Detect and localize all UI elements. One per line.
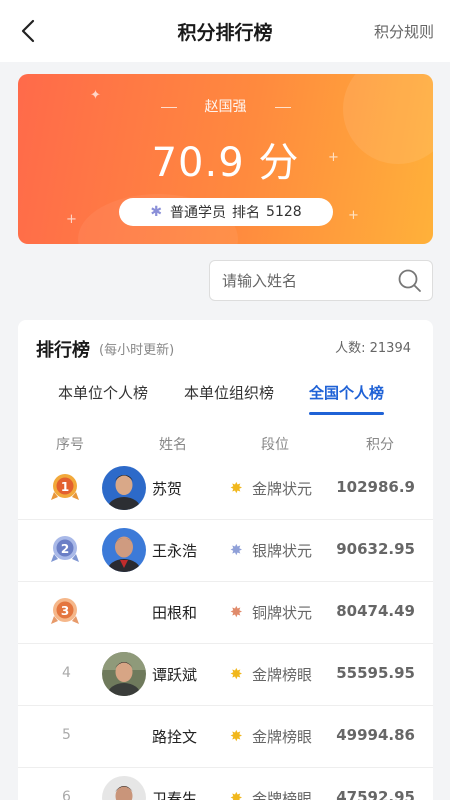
user-points: 80474.49 [336,602,415,620]
user-level: 银牌状元 [252,542,313,560]
snowflake-icon: ✱ [150,204,163,220]
level-star-icon: ✸ [230,541,243,559]
user-points: 90632.95 [336,540,415,558]
active-tab-indicator [309,412,385,415]
table-row[interactable]: 5 路拴文 ✸ 金牌榜眼 49994.86 [18,706,433,768]
user-name: 田根和 [152,604,198,622]
avatar [102,652,146,696]
svg-text:3: 3 [61,604,69,618]
user-name: 卫春生 [152,790,198,800]
col-points: 积分 [366,437,394,453]
search-icon[interactable] [397,268,423,294]
level-star-icon: ✸ [230,727,243,745]
rank-number: 5 [62,727,71,743]
user-level: 铜牌状元 [252,604,313,622]
col-name: 姓名 [159,437,187,453]
user-points: 102986.9 [336,478,415,496]
rank-number: 4 [62,665,71,681]
rules-link[interactable]: 积分规则 [374,21,434,42]
svg-text:1: 1 [61,480,69,494]
leaderboard-tabs: 本单位个人榜 本单位组织榜 全国个人榜 [18,378,433,422]
user-level: 金牌榜眼 [252,728,313,746]
bronze-medal-icon: 3 [51,598,79,624]
silver-medal-icon: 2 [51,536,79,562]
table-header: 序号 姓名 段位 积分 [18,434,433,456]
sparkle-icon: + [66,212,77,227]
avatar [102,528,146,572]
leaderboard-panel: 排行榜 (每小时更新) 人数: 21394 本单位个人榜 本单位组织榜 全国个人… [18,320,433,800]
user-points: 47592.95 [336,788,415,800]
gold-medal-icon: 1 [51,474,79,500]
rank-number: 6 [62,789,71,800]
user-level: 金牌状元 [252,480,313,498]
user-points: 55595.95 [336,664,415,682]
update-note: (每小时更新) [99,343,175,358]
sparkle-icon: + [348,208,359,223]
svg-text:2: 2 [61,542,69,556]
user-points: 49994.86 [336,726,415,744]
rank-label: 排名 [232,205,261,221]
my-score-card: ✦ + + + 赵国强 70.9 分 ✱ 普通学员 排名 5128 [18,74,433,244]
avatar [102,466,146,510]
level-star-icon: ✸ [230,603,243,621]
user-name: 路拴文 [152,728,198,746]
table-row[interactable]: 1 苏贺 ✸ 金牌状元 102986.9 [18,458,433,520]
user-level: 金牌榜眼 [252,666,313,684]
leaderboard-title: 排行榜 [36,340,90,361]
col-rank: 序号 [56,437,84,453]
user-name: 赵国强 [204,99,247,115]
rank-value: 5128 [266,204,302,220]
user-level: 普通学员 [170,205,227,221]
tab-unit-personal[interactable]: 本单位个人榜 [58,382,148,403]
level-rank-pill: ✱ 普通学员 排名 5128 [119,198,333,226]
participant-count: 人数: 21394 [335,341,411,356]
tab-unit-organization[interactable]: 本单位组织榜 [184,382,274,403]
user-name-row: 赵国强 [18,96,433,116]
level-star-icon: ✸ [230,479,243,497]
col-level: 段位 [261,437,289,453]
user-name: 王永浩 [152,542,198,560]
user-name: 苏贺 [152,480,183,498]
search-input[interactable] [222,269,392,293]
search-box[interactable] [209,260,433,301]
user-level: 金牌榜眼 [252,790,313,800]
table-row[interactable]: 6 卫春生 ✸ 金牌榜眼 47592.95 [18,768,433,800]
table-row[interactable]: 4 谭跃斌 ✸ 金牌榜眼 55595.95 [18,644,433,706]
avatar [102,776,146,800]
tab-national-personal[interactable]: 全国个人榜 [309,382,385,415]
top-nav-bar: 积分排行榜 积分规则 [0,0,450,62]
user-score: 70.9 分 [151,140,300,186]
table-row[interactable]: 3 田根和 ✸ 铜牌状元 80474.49 [18,582,433,644]
user-name: 谭跃斌 [152,666,198,684]
table-row[interactable]: 2 王永浩 ✸ 银牌状元 90632.95 [18,520,433,582]
level-star-icon: ✸ [230,789,243,800]
level-star-icon: ✸ [230,665,243,683]
